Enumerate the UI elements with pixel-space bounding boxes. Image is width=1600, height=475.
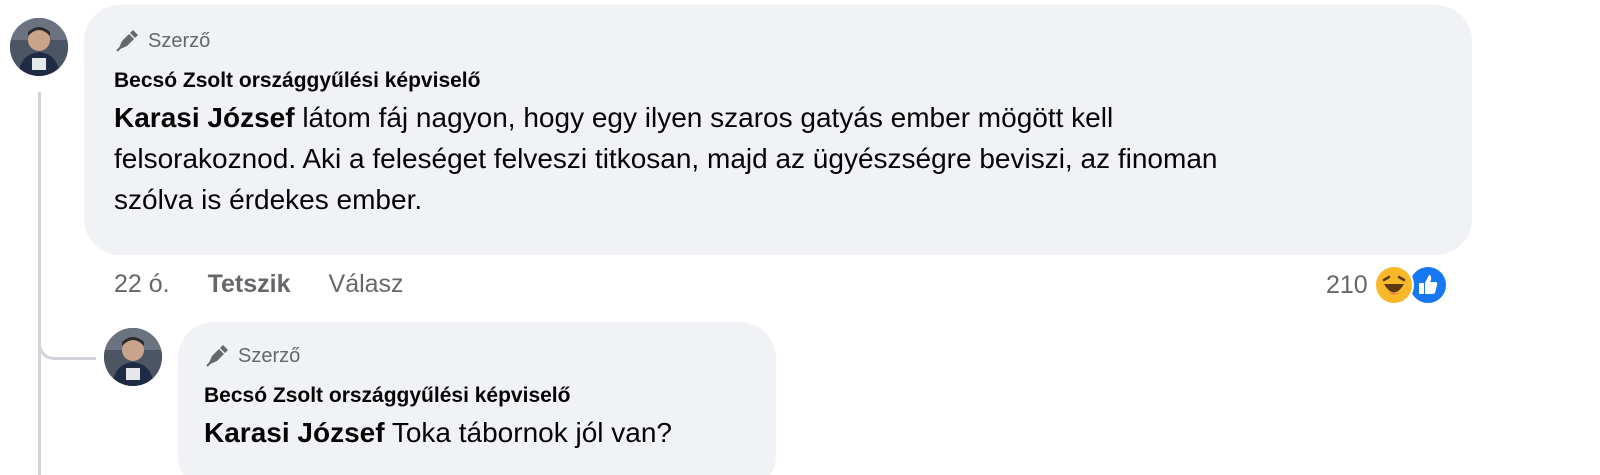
comment-text-line: látom fáj nagyon, hogy egy ilyen szaros …: [294, 102, 1114, 133]
comment-bubble: Szerző Becsó Zsolt országgyűlési képvise…: [84, 5, 1472, 255]
comment-actions: 22 ó. Tetszik Válasz: [114, 270, 404, 299]
reply-bubble: Szerző Becsó Zsolt országgyűlési képvise…: [178, 322, 776, 475]
avatar[interactable]: [10, 18, 68, 76]
like-button[interactable]: Tetszik: [208, 270, 291, 299]
reaction-summary[interactable]: 210: [1326, 265, 1448, 305]
mention-link[interactable]: Karasi József: [114, 102, 295, 133]
badge-label: Szerző: [238, 344, 301, 367]
comment-text: Karasi József Toka tábornok jól van?: [204, 412, 748, 453]
comment-author[interactable]: Becsó Zsolt országgyűlési képviselő: [114, 69, 1440, 93]
like-icon: [1407, 265, 1448, 305]
reply-button[interactable]: Válasz: [329, 270, 404, 299]
comment-timestamp[interactable]: 22 ó.: [114, 270, 170, 299]
author-badge: Szerző: [204, 342, 748, 370]
reaction-count: 210: [1326, 270, 1368, 299]
pen-icon: [114, 28, 140, 54]
comment-text: Karasi József látom fáj nagyon, hogy egy…: [114, 97, 1440, 220]
comment-text-line: Toka tábornok jól van?: [384, 417, 672, 448]
comment-text-line: szólva is érdekes ember.: [114, 184, 423, 215]
haha-icon: [1373, 265, 1414, 305]
author-badge: Szerző: [114, 27, 1440, 55]
comment-text-line: felsorakoznod. Aki a feleséget felveszi …: [114, 143, 1218, 174]
badge-label: Szerző: [148, 29, 211, 52]
comment-thread: Szerző Becsó Zsolt országgyűlési képvise…: [0, 0, 1600, 475]
mention-link[interactable]: Karasi József: [204, 417, 385, 448]
comment-author[interactable]: Becsó Zsolt országgyűlési képviselő: [204, 384, 748, 408]
thread-line: [38, 92, 41, 475]
reply-connector: [38, 330, 96, 360]
avatar[interactable]: [104, 328, 162, 386]
pen-icon: [204, 343, 230, 369]
